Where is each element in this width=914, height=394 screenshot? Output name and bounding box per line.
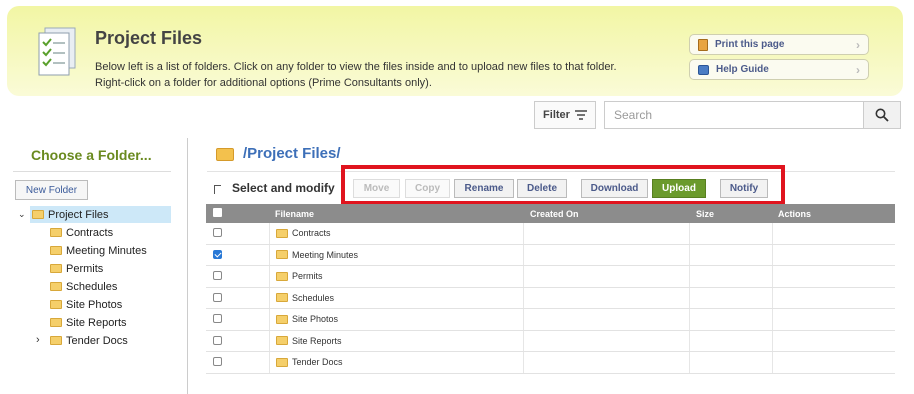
folder-icon <box>50 264 62 273</box>
table-row[interactable]: Contracts <box>206 223 895 245</box>
select-all-checkbox[interactable] <box>213 208 222 217</box>
page-title: Project Files <box>95 28 203 48</box>
tree-item-label: Project Files <box>48 208 109 221</box>
toolbar-highlight-box <box>341 165 785 205</box>
folder-icon <box>50 246 62 255</box>
column-header-filename[interactable]: Filename <box>275 209 314 219</box>
folder-icon <box>276 357 288 367</box>
tree-item-tender-docs[interactable]: Tender Docs <box>50 332 128 349</box>
chevron-right-icon: › <box>856 63 860 77</box>
tree-item-site-photos[interactable]: Site Photos <box>50 296 122 313</box>
description-line-2: Right-click on a folder for additional o… <box>95 77 432 89</box>
folder-icon <box>276 293 288 302</box>
help-guide-button[interactable]: Help Guide › <box>689 59 869 80</box>
files-table: Filename Created On Size Actions Contrac… <box>206 204 895 374</box>
table-row[interactable]: Meeting Minutes <box>206 244 895 266</box>
row-checkbox[interactable] <box>213 335 222 345</box>
chevron-right-icon[interactable]: › <box>36 334 40 346</box>
tree-item-site-reports[interactable]: Site Reports <box>50 314 127 331</box>
printer-icon <box>698 38 708 51</box>
tree-item-label: Permits <box>66 262 104 275</box>
column-header-size[interactable]: Size <box>696 209 714 219</box>
column-divider <box>187 138 188 394</box>
folder-icon <box>32 210 44 219</box>
filter-lines-icon <box>574 110 587 120</box>
tree-item-label: Tender Docs <box>66 334 128 347</box>
sidebar-divider <box>13 171 171 172</box>
table-row[interactable]: Site Reports <box>206 330 895 352</box>
column-header-created[interactable]: Created On <box>530 209 579 219</box>
row-checkbox[interactable] <box>213 249 222 259</box>
tree-item-permits[interactable]: Permits <box>50 260 103 277</box>
tree-item-label: Schedules <box>66 280 118 293</box>
filter-button[interactable]: Filter <box>534 101 596 129</box>
table-row[interactable]: Tender Docs <box>206 352 895 374</box>
row-checkbox[interactable] <box>213 271 222 280</box>
filter-label: Filter <box>543 109 570 121</box>
tree-item-schedules[interactable]: Schedules <box>50 278 117 295</box>
print-label: Print this page <box>715 39 785 50</box>
table-row[interactable]: Permits <box>206 266 895 288</box>
folder-icon <box>50 336 62 345</box>
help-video-icon <box>698 64 709 75</box>
row-filename[interactable]: Permits <box>276 271 323 281</box>
row-filename[interactable]: Tender Docs <box>276 357 343 367</box>
folder-icon <box>50 228 62 237</box>
document-checklist-icon <box>38 27 76 76</box>
tree-item-label: Site Photos <box>66 298 123 311</box>
description-line-1: Below left is a list of folders. Click o… <box>95 61 617 73</box>
row-checkbox[interactable] <box>213 357 222 366</box>
choose-folder-heading: Choose a Folder... <box>31 147 152 163</box>
table-row[interactable]: Schedules <box>206 287 895 309</box>
row-checkbox[interactable] <box>213 228 222 237</box>
table-row[interactable]: Site Photos <box>206 309 895 331</box>
search-button[interactable] <box>863 101 901 129</box>
row-checkbox[interactable] <box>213 314 222 323</box>
folder-icon <box>50 300 62 309</box>
folder-open-icon <box>216 148 234 161</box>
folder-icon <box>276 336 288 345</box>
tree-item-contracts[interactable]: Contracts <box>50 224 113 241</box>
folder-icon <box>276 250 288 259</box>
tree-item-label: Contracts <box>66 226 114 239</box>
chevron-down-icon[interactable]: ⌄ <box>18 209 26 220</box>
search-icon <box>875 108 889 122</box>
table-header: Filename Created On Size Actions <box>206 204 895 223</box>
row-filename[interactable]: Site Reports <box>276 336 342 346</box>
tree-item-project-files[interactable]: Project Files <box>30 206 171 223</box>
new-folder-button[interactable]: New Folder <box>15 180 88 200</box>
select-modify-label: Select and modify <box>232 181 335 195</box>
chevron-right-icon: › <box>856 38 860 52</box>
row-filename[interactable]: Schedules <box>276 293 334 303</box>
row-filename[interactable]: Meeting Minutes <box>276 250 358 260</box>
select-corner-icon <box>214 185 221 194</box>
folder-icon <box>50 318 62 327</box>
tree-item-meeting-minutes[interactable]: Meeting Minutes <box>50 242 147 259</box>
print-page-button[interactable]: Print this page › <box>689 34 869 55</box>
row-filename[interactable]: Contracts <box>276 228 331 238</box>
tree-item-label: Meeting Minutes <box>66 244 147 257</box>
folder-icon <box>276 228 288 238</box>
folder-icon <box>276 271 288 281</box>
row-filename[interactable]: Site Photos <box>276 314 338 324</box>
folder-icon <box>276 314 288 324</box>
folder-icon <box>50 282 62 291</box>
page-description: Below left is a list of folders. Click o… <box>95 59 617 91</box>
search-input[interactable] <box>604 101 864 129</box>
column-header-actions: Actions <box>778 209 812 219</box>
breadcrumb[interactable]: /Project Files/ <box>243 145 341 162</box>
row-checkbox[interactable] <box>213 292 222 302</box>
help-label: Help Guide <box>716 64 769 75</box>
tree-item-label: Site Reports <box>66 316 127 329</box>
